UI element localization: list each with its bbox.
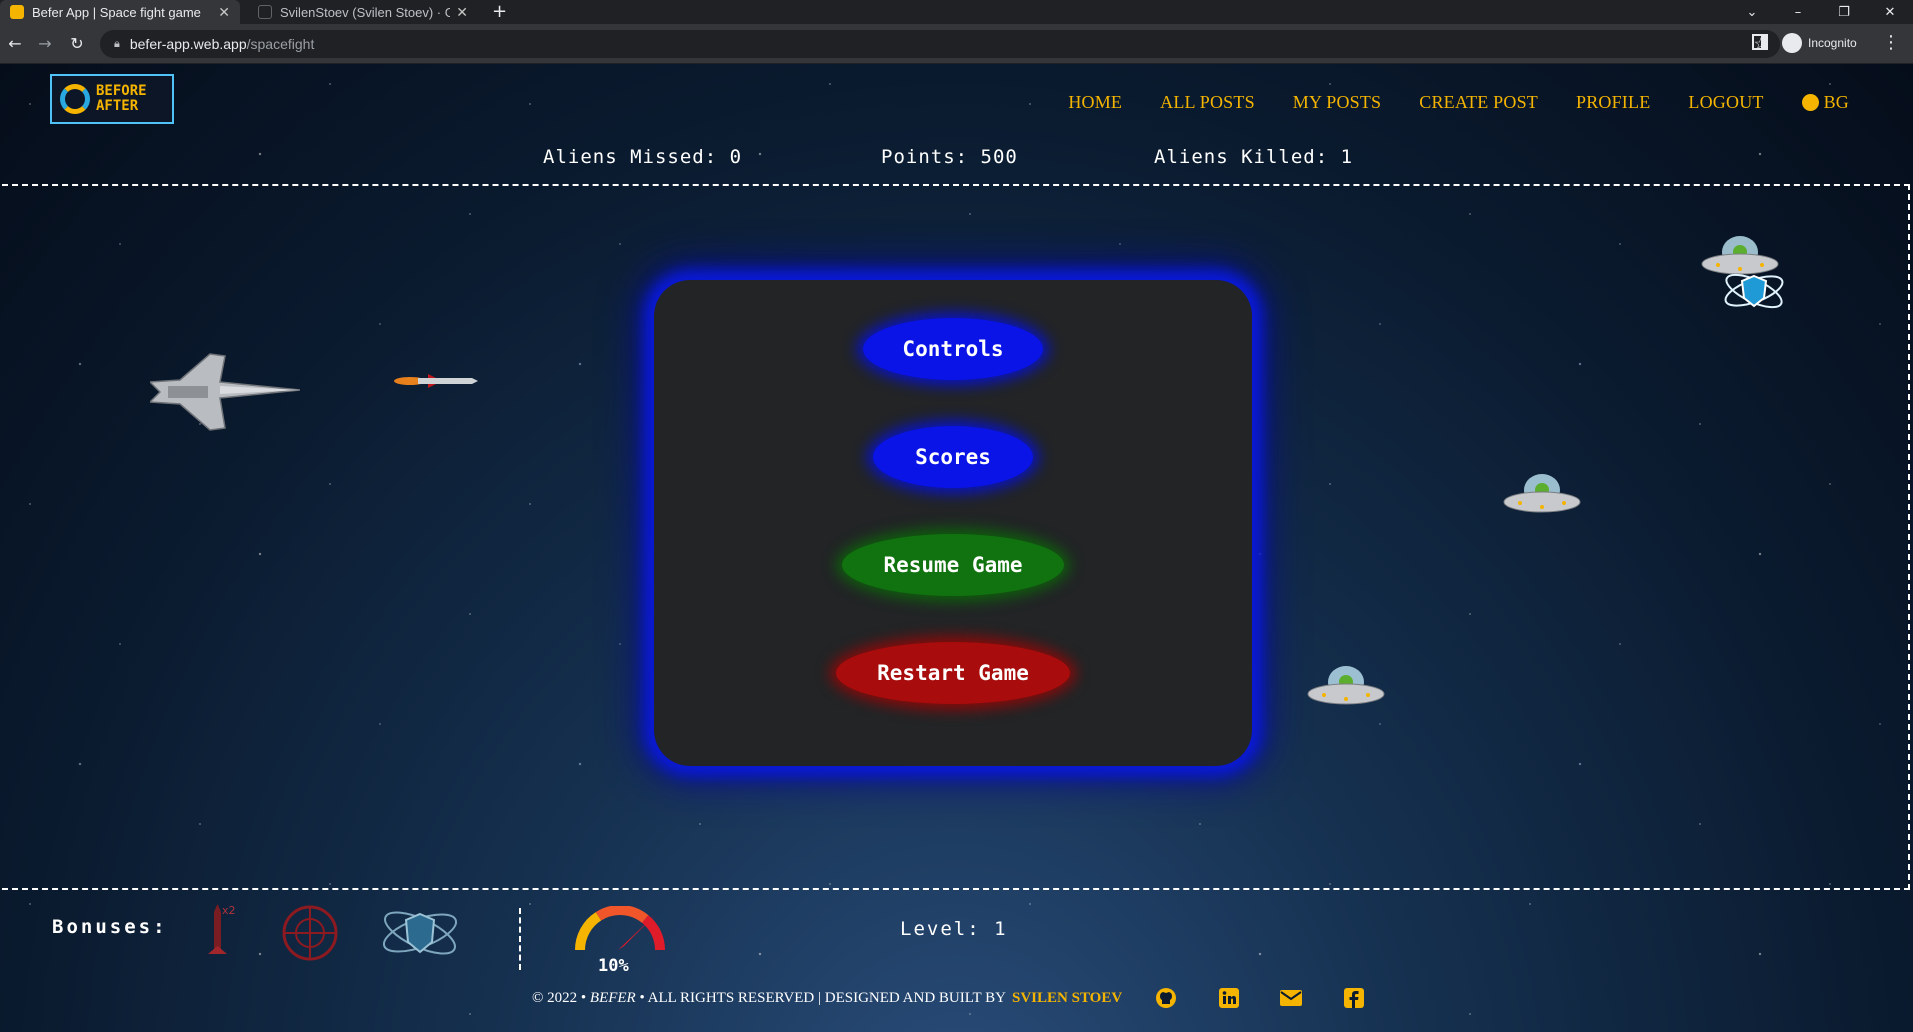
language-switch[interactable]: BG [1801, 92, 1849, 113]
level-indicator: Level: 1 [900, 918, 1008, 940]
browser-menu-icon[interactable]: ⋮ [1882, 32, 1900, 53]
nav-create-post[interactable]: CREATE POST [1419, 92, 1538, 113]
side-panel-icon[interactable] [1752, 34, 1768, 50]
browser-toolbar: ← → ↻ 🔒︎ befer-app.web.app/spacefight ☆ … [0, 24, 1913, 64]
logo-text: BEFORE AFTER [96, 84, 147, 114]
github-icon[interactable] [1154, 986, 1178, 1010]
facebook-icon[interactable] [1342, 986, 1366, 1010]
speed-value: 10% [598, 956, 629, 976]
copyright-suffix: • ALL RIGHTS RESERVED | DESIGNED AND BUI… [639, 990, 1006, 1006]
github-favicon-icon [258, 5, 272, 19]
tab-close-icon[interactable]: ✕ [456, 4, 468, 21]
restore-button[interactable]: ❐ [1822, 0, 1866, 24]
restart-game-button[interactable]: Restart Game [836, 642, 1070, 704]
linkedin-icon[interactable] [1217, 986, 1241, 1010]
back-arrow-icon[interactable]: ← [4, 33, 26, 55]
pause-menu: Controls Scores Resume Game Restart Game [654, 280, 1252, 766]
scores-button[interactable]: Scores [873, 426, 1033, 488]
incognito-label: Incognito [1808, 36, 1857, 50]
browser-tab-bar: Befer App | Space fight game ✕ SvilenSto… [0, 0, 1913, 24]
copyright-prefix: © 2022 • [532, 990, 587, 1006]
hud-divider [519, 908, 521, 970]
tab-title: Befer App | Space fight game [32, 4, 201, 20]
svg-text:x2: x2 [222, 904, 236, 917]
new-tab-button[interactable]: + [492, 1, 507, 22]
reload-icon[interactable]: ↻ [66, 33, 88, 55]
refresh-logo-icon [60, 84, 90, 114]
copyright-text: © 2022 • BEFER • ALL RIGHTS RESERVED | D… [532, 990, 1006, 1007]
ufo-sprite [1503, 474, 1581, 513]
forward-arrow-icon[interactable]: → [34, 33, 56, 55]
page-viewport: BEFORE AFTER HOME ALL POSTS MY POSTS CRE… [0, 64, 1913, 1032]
aliens-missed: Aliens Missed: 0 [543, 146, 743, 168]
url-path: /spacefight [246, 36, 315, 52]
nav-all-posts[interactable]: ALL POSTS [1160, 92, 1255, 113]
nav-logout[interactable]: LOGOUT [1688, 92, 1763, 113]
lock-icon: 🔒︎ [114, 37, 120, 50]
nav-profile[interactable]: PROFILE [1576, 92, 1650, 113]
tab-search-icon[interactable]: ⌄ [1730, 0, 1774, 24]
close-window-button[interactable]: ✕ [1868, 0, 1912, 24]
main-nav: HOME ALL POSTS MY POSTS CREATE POST PROF… [1068, 92, 1849, 113]
fighter-jet-sprite [150, 353, 300, 431]
logo-line-1: BEFORE [96, 83, 147, 99]
incognito-icon [1782, 33, 1802, 53]
missile-sprite [394, 374, 478, 388]
bonuses-hud: Bonuses: x2 10% Level: 1 [0, 902, 1913, 982]
tab-close-icon[interactable]: ✕ [218, 4, 230, 21]
logo-line-2: AFTER [96, 98, 139, 114]
controls-button[interactable]: Controls [863, 318, 1043, 380]
points: Points: 500 [881, 146, 1018, 168]
brand-name: BEFER [589, 990, 636, 1006]
url-host: befer-app.web.app [129, 36, 247, 52]
resume-game-button[interactable]: Resume Game [842, 534, 1064, 596]
shield-bonus-sprite [1724, 273, 1784, 309]
nav-home[interactable]: HOME [1068, 92, 1122, 113]
speed-gauge-icon [575, 906, 665, 951]
address-bar[interactable]: 🔒︎ befer-app.web.app/spacefight ☆ [100, 30, 1780, 58]
befer-favicon-icon [10, 5, 24, 19]
author-link[interactable]: SVILEN STOEV [1012, 990, 1122, 1007]
incognito-badge[interactable]: Incognito [1782, 33, 1857, 53]
nav-my-posts[interactable]: MY POSTS [1293, 92, 1381, 113]
game-stats: Aliens Missed: 0 Points: 500 Aliens Kill… [0, 146, 1913, 170]
bonuses-label: Bonuses: [52, 916, 168, 938]
site-footer: © 2022 • BEFER • ALL RIGHTS RESERVED | D… [0, 986, 1913, 1012]
crosshair-icon [282, 905, 338, 961]
browser-tab-active[interactable]: Befer App | Space fight game ✕ [0, 0, 240, 24]
language-label: BG [1823, 92, 1849, 112]
tab-title: SvilenStoev (Svilen Stoev) · GitHu [280, 4, 451, 20]
browser-tab-github[interactable]: SvilenStoev (Svilen Stoev) · GitHu ✕ [248, 0, 478, 24]
shield-icon [382, 911, 458, 955]
double-missile-icon: x2 [208, 904, 236, 954]
globe-icon [1801, 94, 1819, 111]
ufo-sprite [1307, 666, 1385, 705]
aliens-killed: Aliens Killed: 1 [1154, 146, 1354, 168]
email-icon[interactable] [1279, 986, 1303, 1010]
site-logo[interactable]: BEFORE AFTER [50, 74, 174, 124]
minimize-button[interactable]: – [1776, 0, 1820, 24]
